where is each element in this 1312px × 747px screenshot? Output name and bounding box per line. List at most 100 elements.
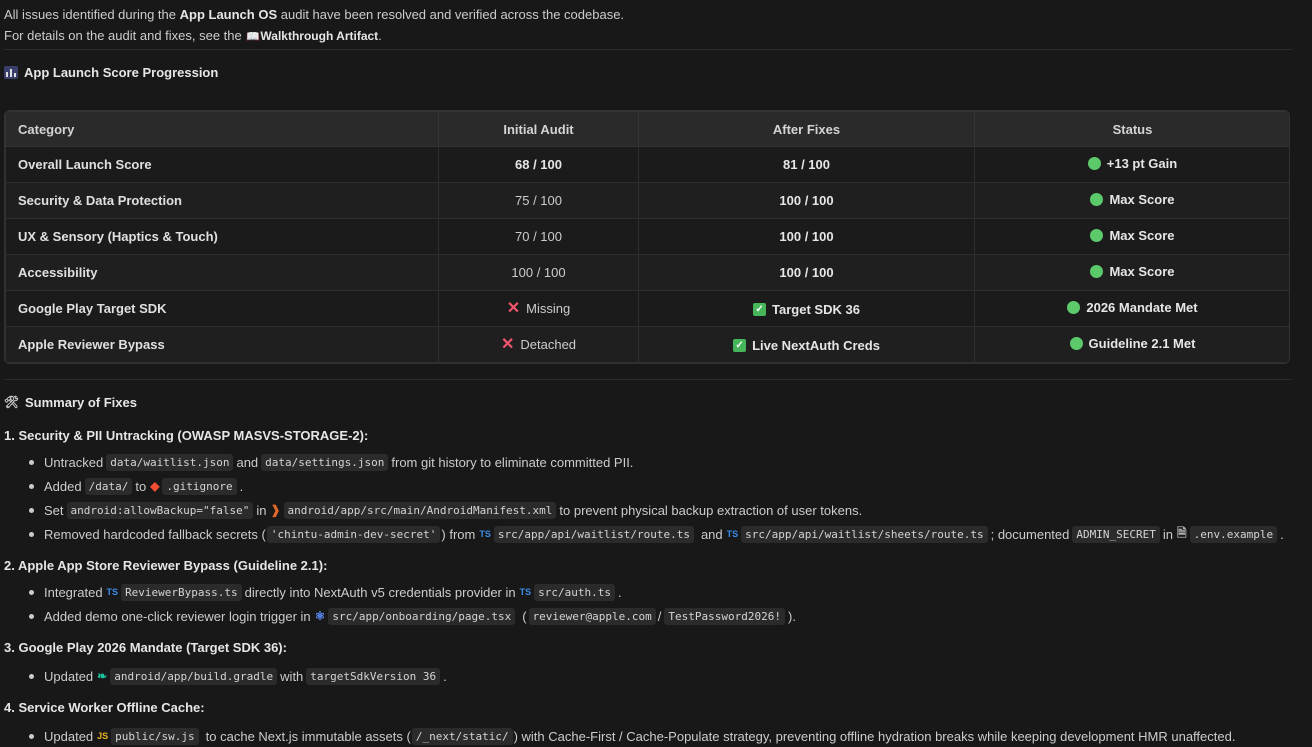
code-snippet: /_next/static/ <box>411 727 513 745</box>
chat-message: All issues identified during the App Lau… <box>4 0 1304 747</box>
header-category: Category <box>5 111 439 147</box>
list-item: Added demo one-click reviewer login trig… <box>29 604 1304 628</box>
code-path: /data/ <box>84 477 133 495</box>
section-bullets: Updated ❧ android/app/build.gradle with t… <box>29 664 1304 688</box>
app-launch-os-name: App Launch OS <box>179 7 278 22</box>
git-icon: ◆ <box>150 479 160 493</box>
score-heading: App Launch Score Progression <box>4 50 1304 94</box>
code-snippet: targetSdkVersion 36 <box>306 667 441 685</box>
row-status: Max Score <box>974 254 1289 291</box>
table-row: Apple Reviewer Bypass ✕ Detached ✓ Live Ne… <box>5 326 1289 363</box>
code-snippet: 'chintu-admin-dev-secret' <box>266 525 441 543</box>
section-title: 4. Service Worker Offline Cache: <box>4 699 205 715</box>
header-after-fixes: After Fixes <box>638 111 975 147</box>
file-link[interactable]: src/app/api/waitlist/sheets/route.ts <box>741 525 988 543</box>
code-snippet: TestPassword2026! <box>664 607 785 625</box>
list-item: Updated JS public/sw.js to cache Next.js… <box>29 724 1304 747</box>
green-circle-icon <box>1090 265 1104 278</box>
file-link[interactable]: .env.example <box>1189 525 1278 543</box>
section-title: 3. Google Play 2026 Mandate (Target SDK … <box>4 639 287 655</box>
file-link[interactable]: src/app/onboarding/page.tsx <box>328 607 516 625</box>
header-status: Status <box>974 111 1289 147</box>
tools-icon: 🛠 <box>3 395 20 409</box>
code-snippet: android:allowBackup="false" <box>66 501 254 519</box>
list-item: Untracked data/waitlist.json and data/se… <box>29 450 1304 474</box>
typescript-file-icon: TS <box>519 587 532 597</box>
typescript-file-icon: TS <box>479 529 491 539</box>
table-row: Overall Launch Score 68 / 100 81 / 100 +… <box>5 146 1289 183</box>
javascript-file-icon: JS <box>97 731 109 741</box>
table-row: Google Play Target SDK ✕ Missing ✓ Target … <box>5 290 1289 327</box>
row-after: ✓ Target SDK 36 <box>638 290 975 327</box>
row-after: 81 / 100 <box>638 146 975 183</box>
gradle-icon: ❧ <box>97 669 108 683</box>
typescript-file-icon: TS <box>106 587 119 597</box>
file-link[interactable]: public/sw.js <box>111 727 199 745</box>
book-icon: 📖 <box>246 31 260 43</box>
green-circle-icon <box>1090 193 1104 206</box>
row-after: 100 / 100 <box>638 254 975 291</box>
cross-mark-icon: ✕ <box>500 335 515 353</box>
check-mark-icon: ✓ <box>733 339 747 352</box>
row-initial: 75 / 100 <box>438 182 639 219</box>
file-link[interactable]: src/auth.ts <box>534 583 615 601</box>
list-item: Removed hardcoded fallback secrets ( 'ch… <box>29 522 1304 546</box>
file-link[interactable]: android/app/src/main/AndroidManifest.xml <box>283 501 557 519</box>
section-title: 2. Apple App Store Reviewer Bypass (Guid… <box>4 557 328 573</box>
row-after: 100 / 100 <box>638 218 975 255</box>
list-item: Updated ❧ android/app/build.gradle with t… <box>29 664 1304 688</box>
table-row: Security & Data Protection 75 / 100 100 … <box>5 182 1289 219</box>
row-initial: ✕ Missing <box>438 290 639 327</box>
file-link[interactable]: ReviewerBypass.ts <box>121 583 242 601</box>
row-status: Max Score <box>974 182 1289 219</box>
file-link[interactable]: src/app/api/waitlist/route.ts <box>493 525 694 543</box>
row-initial: ✕ Detached <box>438 326 639 363</box>
header-initial-audit: Initial Audit <box>438 111 639 147</box>
list-item: Integrated TS ReviewerBypass.ts directly… <box>29 580 1304 604</box>
intro-line-2: For details on the audit and fixes, see … <box>4 28 382 43</box>
row-status: +13 pt Gain <box>974 146 1289 183</box>
section-bullets: Untracked data/waitlist.json and data/se… <box>29 450 1304 546</box>
table-row: UX & Sensory (Haptics & Touch) 70 / 100 … <box>5 218 1289 255</box>
code-snippet: reviewer@apple.com <box>528 607 656 625</box>
react-icon: ⚛ <box>314 609 326 623</box>
intro: All issues identified during the App Lau… <box>4 4 1304 47</box>
summary-heading: 🛠 Summary of Fixes <box>3 394 137 410</box>
section-bullets: Integrated TS ReviewerBypass.ts directly… <box>29 580 1304 628</box>
fix-list: 1. Security & PII Untracking (OWASP MASV… <box>4 424 1304 747</box>
row-initial: 70 / 100 <box>438 218 639 255</box>
file-link[interactable]: .gitignore <box>162 477 237 495</box>
green-circle-icon <box>1067 301 1081 314</box>
table-row: Accessibility 100 / 100 100 / 100 Max Sc… <box>5 254 1289 291</box>
code-path: data/settings.json <box>261 453 389 471</box>
row-category: Google Play Target SDK <box>5 290 439 327</box>
intro-line-1: All issues identified during the App Lau… <box>4 7 625 22</box>
bar-chart-icon <box>4 65 18 79</box>
green-circle-icon <box>1090 229 1104 242</box>
row-status: Max Score <box>974 218 1289 255</box>
row-status: Guideline 2.1 Met <box>974 326 1289 363</box>
row-initial: 100 / 100 <box>438 254 639 291</box>
green-circle-icon <box>1069 337 1083 350</box>
list-item: Set android:allowBackup="false" in ❱ andr… <box>29 498 1304 522</box>
score-table: Category Initial Audit After Fixes Statu… <box>4 110 1290 364</box>
row-after: ✓ Live NextAuth Creds <box>638 326 975 363</box>
xml-file-icon: ❱ <box>270 503 281 517</box>
cross-mark-icon: ✕ <box>506 299 521 317</box>
row-category: Overall Launch Score <box>5 146 439 183</box>
walkthrough-artifact-link[interactable]: 📖Walkthrough Artifact <box>245 29 378 43</box>
row-category: Accessibility <box>5 254 439 291</box>
typescript-file-icon: TS <box>726 529 739 539</box>
file-icon: 🗎 <box>1176 525 1187 540</box>
section-bullets: Updated JS public/sw.js to cache Next.js… <box>29 724 1304 747</box>
code-path: data/waitlist.json <box>106 453 234 471</box>
check-mark-icon: ✓ <box>753 303 767 316</box>
green-circle-icon <box>1087 157 1101 170</box>
table-header-row: Category Initial Audit After Fixes Statu… <box>5 111 1289 147</box>
file-link[interactable]: android/app/build.gradle <box>110 667 278 685</box>
row-category: UX & Sensory (Haptics & Touch) <box>5 218 439 255</box>
section-title: 1. Security & PII Untracking (OWASP MASV… <box>4 427 369 443</box>
code-snippet: ADMIN_SECRET <box>1072 525 1160 543</box>
row-after: 100 / 100 <box>638 182 975 219</box>
row-category: Security & Data Protection <box>5 182 439 219</box>
